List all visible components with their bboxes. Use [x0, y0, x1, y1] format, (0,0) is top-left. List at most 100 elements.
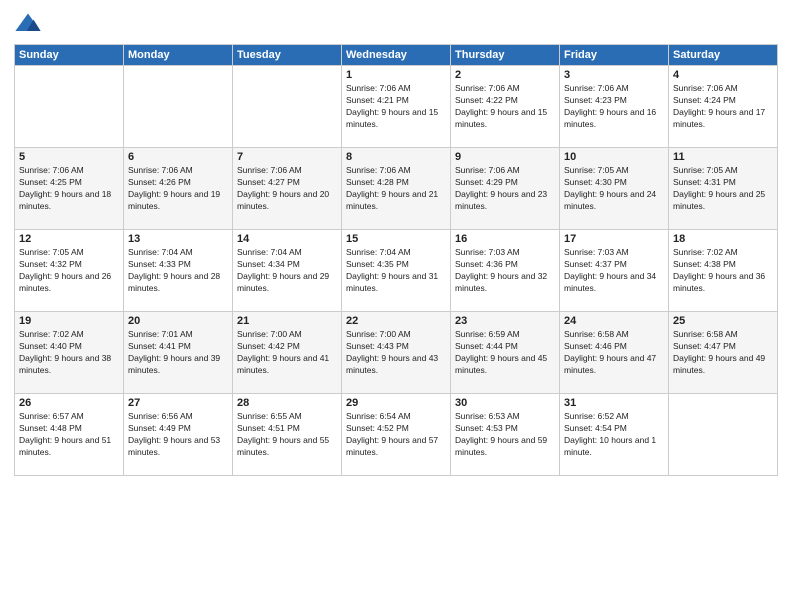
day-number: 2	[455, 69, 555, 81]
calendar-cell: 30Sunrise: 6:53 AMSunset: 4:53 PMDayligh…	[451, 394, 560, 476]
day-number: 29	[346, 397, 446, 409]
logo-icon	[14, 10, 42, 38]
calendar-day-header: Monday	[124, 45, 233, 66]
header	[14, 10, 778, 38]
day-info: Sunrise: 7:06 AMSunset: 4:24 PMDaylight:…	[673, 83, 773, 131]
calendar-cell: 25 Sunrise: 6:58 AMSunset: 4:47 PMDayligh…	[669, 312, 778, 394]
day-info: Sunrise: 7:05 AMSunset: 4:32 PMDaylight:…	[19, 247, 119, 295]
calendar-cell: 5 Sunrise: 7:06 AMSunset: 4:25 PMDaylight…	[15, 148, 124, 230]
day-info: Sunrise: 7:00 AMSunset: 4:43 PMDaylight:…	[346, 329, 446, 377]
calendar-day-header: Saturday	[669, 45, 778, 66]
day-info: Sunrise: 7:03 AMSunset: 4:37 PMDaylight:…	[564, 247, 664, 295]
calendar-cell: 26Sunrise: 6:57 AMSunset: 4:48 PMDayligh…	[15, 394, 124, 476]
calendar-cell: 12 Sunrise: 7:05 AMSunset: 4:32 PMDayligh…	[15, 230, 124, 312]
calendar-cell: 20Sunrise: 7:01 AMSunset: 4:41 PMDayligh…	[124, 312, 233, 394]
day-number: 23	[455, 315, 555, 327]
calendar-cell: 19Sunrise: 7:02 AMSunset: 4:40 PMDayligh…	[15, 312, 124, 394]
day-info: Sunrise: 7:01 AMSunset: 4:41 PMDaylight:…	[128, 329, 228, 377]
calendar-day-header: Tuesday	[233, 45, 342, 66]
calendar-day-header: Wednesday	[342, 45, 451, 66]
day-info: Sunrise: 7:04 AMSunset: 4:34 PMDaylight:…	[237, 247, 337, 295]
day-info: Sunrise: 7:02 AMSunset: 4:40 PMDaylight:…	[19, 329, 119, 377]
day-number: 31	[564, 397, 664, 409]
calendar-cell	[124, 66, 233, 148]
calendar-cell: 17 Sunrise: 7:03 AMSunset: 4:37 PMDayligh…	[560, 230, 669, 312]
calendar-day-header: Friday	[560, 45, 669, 66]
day-info: Sunrise: 6:56 AMSunset: 4:49 PMDaylight:…	[128, 411, 228, 459]
calendar-week-row: 19Sunrise: 7:02 AMSunset: 4:40 PMDayligh…	[15, 312, 778, 394]
calendar-cell: 15Sunrise: 7:04 AMSunset: 4:35 PMDayligh…	[342, 230, 451, 312]
day-number: 21	[237, 315, 337, 327]
day-number: 8	[346, 151, 446, 163]
calendar-cell	[233, 66, 342, 148]
day-info: Sunrise: 6:58 AMSunset: 4:47 PMDaylight:…	[673, 329, 773, 377]
calendar-cell: 1 Sunrise: 7:06 AMSunset: 4:21 PMDaylight…	[342, 66, 451, 148]
day-info: Sunrise: 7:06 AMSunset: 4:23 PMDaylight:…	[564, 83, 664, 131]
day-info: Sunrise: 7:02 AMSunset: 4:38 PMDaylight:…	[673, 247, 773, 295]
calendar-cell: 4 Sunrise: 7:06 AMSunset: 4:24 PMDaylight…	[669, 66, 778, 148]
day-info: Sunrise: 6:54 AMSunset: 4:52 PMDaylight:…	[346, 411, 446, 459]
calendar-cell: 27Sunrise: 6:56 AMSunset: 4:49 PMDayligh…	[124, 394, 233, 476]
day-number: 13	[128, 233, 228, 245]
day-info: Sunrise: 7:06 AMSunset: 4:27 PMDaylight:…	[237, 165, 337, 213]
calendar-cell: 3 Sunrise: 7:06 AMSunset: 4:23 PMDaylight…	[560, 66, 669, 148]
day-number: 25	[673, 315, 773, 327]
calendar-cell: 29 Sunrise: 6:54 AMSunset: 4:52 PMDayligh…	[342, 394, 451, 476]
day-number: 18	[673, 233, 773, 245]
calendar-cell: 22 Sunrise: 7:00 AMSunset: 4:43 PMDayligh…	[342, 312, 451, 394]
day-info: Sunrise: 6:57 AMSunset: 4:48 PMDaylight:…	[19, 411, 119, 459]
calendar-day-header: Sunday	[15, 45, 124, 66]
calendar-cell: 18 Sunrise: 7:02 AMSunset: 4:38 PMDayligh…	[669, 230, 778, 312]
day-number: 12	[19, 233, 119, 245]
calendar-week-row: 1 Sunrise: 7:06 AMSunset: 4:21 PMDaylight…	[15, 66, 778, 148]
calendar-cell: 13Sunrise: 7:04 AMSunset: 4:33 PMDayligh…	[124, 230, 233, 312]
calendar-cell: 31Sunrise: 6:52 AMSunset: 4:54 PMDayligh…	[560, 394, 669, 476]
day-info: Sunrise: 7:06 AMSunset: 4:22 PMDaylight:…	[455, 83, 555, 131]
calendar-cell: 11 Sunrise: 7:05 AMSunset: 4:31 PMDayligh…	[669, 148, 778, 230]
calendar-cell: 10 Sunrise: 7:05 AMSunset: 4:30 PMDayligh…	[560, 148, 669, 230]
calendar-cell: 7 Sunrise: 7:06 AMSunset: 4:27 PMDaylight…	[233, 148, 342, 230]
day-number: 3	[564, 69, 664, 81]
calendar-cell: 2 Sunrise: 7:06 AMSunset: 4:22 PMDaylight…	[451, 66, 560, 148]
day-number: 1	[346, 69, 446, 81]
day-info: Sunrise: 7:06 AMSunset: 4:26 PMDaylight:…	[128, 165, 228, 213]
calendar-week-row: 5 Sunrise: 7:06 AMSunset: 4:25 PMDaylight…	[15, 148, 778, 230]
day-number: 9	[455, 151, 555, 163]
day-info: Sunrise: 7:05 AMSunset: 4:31 PMDaylight:…	[673, 165, 773, 213]
day-number: 4	[673, 69, 773, 81]
logo	[14, 10, 46, 38]
calendar-cell: 21 Sunrise: 7:00 AMSunset: 4:42 PMDayligh…	[233, 312, 342, 394]
day-info: Sunrise: 7:06 AMSunset: 4:21 PMDaylight:…	[346, 83, 446, 131]
day-info: Sunrise: 7:06 AMSunset: 4:25 PMDaylight:…	[19, 165, 119, 213]
day-info: Sunrise: 6:55 AMSunset: 4:51 PMDaylight:…	[237, 411, 337, 459]
day-info: Sunrise: 7:06 AMSunset: 4:29 PMDaylight:…	[455, 165, 555, 213]
calendar-week-row: 26Sunrise: 6:57 AMSunset: 4:48 PMDayligh…	[15, 394, 778, 476]
calendar-day-header: Thursday	[451, 45, 560, 66]
calendar-cell: 14 Sunrise: 7:04 AMSunset: 4:34 PMDayligh…	[233, 230, 342, 312]
day-number: 16	[455, 233, 555, 245]
day-info: Sunrise: 7:00 AMSunset: 4:42 PMDaylight:…	[237, 329, 337, 377]
day-info: Sunrise: 7:05 AMSunset: 4:30 PMDaylight:…	[564, 165, 664, 213]
day-number: 6	[128, 151, 228, 163]
day-number: 17	[564, 233, 664, 245]
calendar-table: SundayMondayTuesdayWednesdayThursdayFrid…	[14, 44, 778, 476]
day-info: Sunrise: 7:06 AMSunset: 4:28 PMDaylight:…	[346, 165, 446, 213]
calendar-cell: 28 Sunrise: 6:55 AMSunset: 4:51 PMDayligh…	[233, 394, 342, 476]
calendar-cell	[15, 66, 124, 148]
day-info: Sunrise: 7:03 AMSunset: 4:36 PMDaylight:…	[455, 247, 555, 295]
day-number: 28	[237, 397, 337, 409]
calendar-cell: 23 Sunrise: 6:59 AMSunset: 4:44 PMDayligh…	[451, 312, 560, 394]
page-container: SundayMondayTuesdayWednesdayThursdayFrid…	[0, 0, 792, 484]
day-number: 7	[237, 151, 337, 163]
calendar-cell: 8 Sunrise: 7:06 AMSunset: 4:28 PMDaylight…	[342, 148, 451, 230]
day-number: 11	[673, 151, 773, 163]
calendar-cell: 9 Sunrise: 7:06 AMSunset: 4:29 PMDaylight…	[451, 148, 560, 230]
day-info: Sunrise: 6:58 AMSunset: 4:46 PMDaylight:…	[564, 329, 664, 377]
calendar-cell: 16 Sunrise: 7:03 AMSunset: 4:36 PMDayligh…	[451, 230, 560, 312]
day-info: Sunrise: 6:59 AMSunset: 4:44 PMDaylight:…	[455, 329, 555, 377]
day-number: 14	[237, 233, 337, 245]
day-number: 22	[346, 315, 446, 327]
day-number: 10	[564, 151, 664, 163]
calendar-header-row: SundayMondayTuesdayWednesdayThursdayFrid…	[15, 45, 778, 66]
day-number: 5	[19, 151, 119, 163]
